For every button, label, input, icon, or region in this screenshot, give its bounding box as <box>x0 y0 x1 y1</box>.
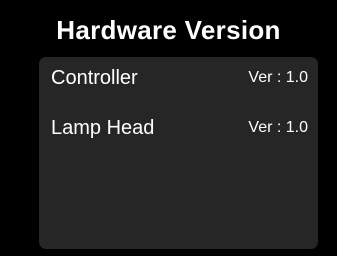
hardware-version-screen: Hardware Version Controller Ver : 1.0 La… <box>0 0 337 256</box>
component-name-controller: Controller <box>51 66 138 89</box>
version-panel: Controller Ver : 1.0 Lamp Head Ver : 1.0 <box>39 57 318 249</box>
page-title: Hardware Version <box>56 15 281 45</box>
component-version-controller: Ver : 1.0 <box>248 69 308 86</box>
version-row-lamp-head: Lamp Head Ver : 1.0 <box>51 114 308 142</box>
component-version-lamp-head: Ver : 1.0 <box>248 119 308 136</box>
component-name-lamp-head: Lamp Head <box>51 116 155 139</box>
version-row-controller: Controller Ver : 1.0 <box>51 64 308 92</box>
